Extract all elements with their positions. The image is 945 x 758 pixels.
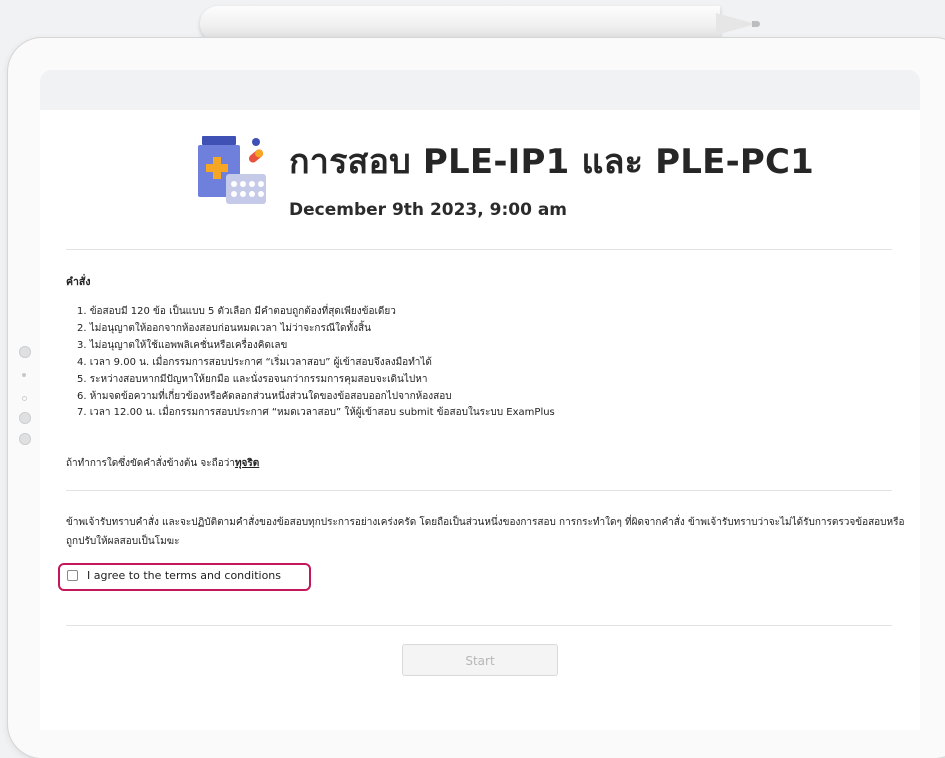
instructions-heading: คำสั่ง bbox=[66, 276, 91, 288]
side-sensor bbox=[22, 396, 27, 401]
stylus-point bbox=[752, 21, 760, 27]
rule-item: 6. ห้ามจดข้อความที่เกี่ยวข้องหรือคัดลอกส… bbox=[77, 390, 452, 402]
rules-list: 1. ข้อสอบมี 120 ข้อ เป็นแบบ 5 ตัวเลือก ม… bbox=[77, 304, 555, 422]
rule-item: 7. เวลา 12.00 น. เมื่อกรรมการสอบประกาศ “… bbox=[77, 407, 555, 419]
side-button bbox=[19, 346, 31, 358]
exam-title: การสอบ PLE-IP1 และ PLE-PC1 bbox=[289, 142, 815, 182]
stylus-tip bbox=[716, 13, 756, 35]
side-sensor bbox=[22, 373, 26, 377]
agree-checkbox-label[interactable]: I agree to the terms and conditions bbox=[87, 569, 281, 582]
rule-item: 3. ไม่อนุญาตให้ใช้แอพพลิเคชั่นหรือเครื่อ… bbox=[77, 339, 288, 351]
exam-card: การสอบ PLE-IP1 และ PLE-PC1 December 9th … bbox=[40, 110, 920, 730]
side-button bbox=[19, 412, 31, 424]
rule-item: 2. ไม่อนุญาตให้ออกจากห้องสอบก่อนหมดเวลา … bbox=[77, 322, 371, 334]
stylus-pencil bbox=[200, 6, 720, 42]
exam-datetime: December 9th 2023, 9:00 am bbox=[289, 200, 568, 220]
agreement-text: ข้าพเจ้ารับทราบคำสั่ง และจะปฏิบัติตามคำส… bbox=[66, 517, 905, 547]
side-button bbox=[19, 433, 31, 445]
rule-item: 5. ระหว่างสอบหากมีปัญหาให้ยกมือ และนั่งร… bbox=[77, 373, 428, 385]
agree-checkbox[interactable] bbox=[67, 570, 78, 581]
screen-top-bar bbox=[40, 70, 920, 110]
cheating-warning: ถ้าทำการใดซึ่งขัดคำสั่งข้างต้น จะถือว่าท… bbox=[66, 456, 259, 471]
divider bbox=[66, 625, 892, 626]
rule-item: 1. ข้อสอบมี 120 ข้อ เป็นแบบ 5 ตัวเลือก ม… bbox=[77, 306, 396, 317]
divider bbox=[66, 490, 892, 491]
medicine-bottle-pills-icon bbox=[198, 136, 266, 204]
warning-text: ถ้าทำการใดซึ่งขัดคำสั่งข้างต้น จะถือว่า bbox=[66, 458, 235, 469]
divider bbox=[66, 249, 892, 250]
warning-emphasis: ทุจริต bbox=[234, 458, 260, 469]
start-button[interactable]: Start bbox=[402, 644, 558, 676]
rule-item: 4. เวลา 9.00 น. เมื่อกรรมการสอบประกาศ “เ… bbox=[77, 356, 432, 368]
